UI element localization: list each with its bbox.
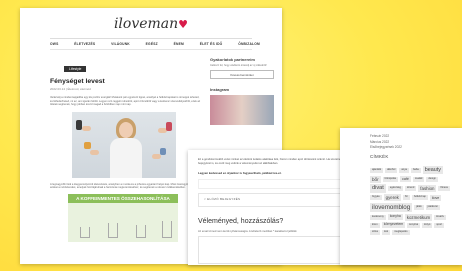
infographic: A KOFFEINMENTES ÖSSZEHASONLÍTÁSA — [68, 193, 178, 242]
site-logo[interactable]: iloveman♥ — [20, 16, 282, 32]
tag-link[interactable]: kuk — [382, 229, 391, 235]
tag-link[interactable]: bőr — [370, 175, 381, 183]
article-paragraph: A legnagyobb titok a kiegyensúlyozott él… — [50, 182, 195, 190]
sidebar-text: Iratkozz fel, hogy elsőként értesülj az … — [210, 64, 267, 67]
nav-item[interactable]: ÖNBIZALOM — [238, 42, 260, 46]
article-photo — [72, 111, 176, 178]
glass-icon — [108, 222, 118, 238]
logo-text: iloveman — [113, 16, 179, 32]
heart-icon: ♥ — [178, 18, 189, 31]
article-title: Fénységet levest — [50, 78, 105, 85]
photo-hand — [152, 153, 161, 159]
tag-link[interactable]: kütyü — [422, 222, 433, 228]
photo-item — [160, 147, 166, 155]
glass-icon — [80, 226, 90, 238]
sidebar-heading: Instagram — [210, 87, 230, 93]
nav-item[interactable]: OWS — [50, 42, 58, 46]
comment-note: Az email címed nem kerül nyilvánosságra.… — [198, 230, 297, 233]
tag-link[interactable]: krém — [370, 222, 380, 228]
tag-link[interactable]: kozmetikum — [404, 213, 433, 221]
tag-link[interactable]: kreatív — [434, 214, 446, 220]
tag-link[interactable]: család — [412, 176, 425, 182]
photo-item — [166, 121, 172, 131]
tag-link[interactable]: divat — [370, 184, 386, 193]
article-meta: 2022.03.14 | Életmód, életmód — [50, 87, 91, 91]
tag-link[interactable]: étrend — [404, 186, 417, 192]
glass-icon — [136, 224, 146, 238]
tag-link[interactable]: egészség — [387, 186, 403, 192]
tag-link[interactable]: meglepetés — [392, 229, 410, 235]
archive-list: Február 2022 Március 2022 Elsőbejegyzése… — [370, 134, 402, 151]
tag-link[interactable]: stílus — [370, 229, 381, 235]
photo-hand — [90, 149, 99, 155]
tag-link[interactable]: beauty — [422, 166, 443, 175]
tag-link[interactable]: gyerek — [383, 194, 401, 202]
tag-link[interactable]: fashion — [418, 185, 437, 193]
archive-link[interactable]: Elsőbejegyzések 2022 — [370, 145, 402, 151]
tags-screenshot: Február 2022 Március 2022 Elsőbejegyzése… — [340, 128, 462, 265]
divider — [50, 49, 252, 50]
article: Lifestyle Fénységet levest 2022.03.14 | … — [50, 57, 202, 242]
main-nav: OWS ÉLETVEZÉS VILÁGUNK EGÉSZ ÉNEM ÉLET É… — [50, 42, 260, 46]
nav-item[interactable]: ÉNEM — [174, 42, 184, 46]
tag-link[interactable]: sport — [434, 222, 445, 228]
photo-item — [76, 119, 82, 130]
previous-post-link[interactable]: < ELŐZŐ BEJEGYZÉS — [204, 197, 240, 201]
photo-hand — [82, 125, 91, 131]
tag-link[interactable]: café — [400, 176, 411, 183]
tags-heading: CÍMKÉK — [370, 154, 389, 159]
tag-link[interactable]: design — [426, 176, 438, 182]
tag-link[interactable]: fogyás — [370, 195, 382, 201]
category-badge[interactable]: Lifestyle — [64, 66, 87, 72]
infographic-title: A KOFFEINMENTES ÖSSZEHASONLÍTÁSA — [68, 193, 178, 203]
tag-link[interactable]: ajándék — [370, 167, 384, 173]
tag-link[interactable]: ilovemomblog — [370, 202, 413, 213]
sidebar-heading: Gyakorlatok partnereim — [210, 57, 255, 62]
glass-icon — [162, 220, 172, 238]
tag-link[interactable]: ilove — [429, 194, 442, 201]
photo-item — [84, 141, 91, 149]
tag-link[interactable]: bőrápolás — [382, 176, 399, 182]
tag-link[interactable]: hétköznap — [411, 195, 428, 201]
divider — [50, 38, 252, 39]
tag-link[interactable]: hír — [402, 195, 410, 201]
sidebar: Gyakorlatok partnereim Iratkozz fel, hog… — [210, 57, 274, 126]
follow-button[interactable]: Kövess bennünket — [210, 70, 274, 80]
photo-body — [110, 137, 142, 178]
tag-link[interactable]: fitness — [438, 186, 450, 192]
comment-title: Véleményed, hozzászólás? — [198, 218, 284, 225]
tag-link[interactable]: konyhai — [407, 222, 421, 228]
nav-item[interactable]: VILÁGUNK — [111, 42, 130, 46]
tag-link[interactable]: alkohol — [385, 167, 398, 173]
nav-item[interactable]: EGÉSZ — [146, 42, 158, 46]
instagram-thumbnail[interactable] — [210, 95, 274, 126]
tag-link[interactable]: játék — [414, 205, 424, 211]
tag-link[interactable]: baba — [410, 167, 421, 173]
tag-link[interactable]: karácsony — [370, 214, 386, 220]
tag-cloud: ajándék alkohol anya baba beauty bőr bőrápolás… — [370, 166, 454, 235]
tag-link[interactable]: játékszer — [425, 205, 441, 211]
nav-item[interactable]: ÉLET ÉS IDŐ — [200, 42, 223, 46]
photo-face — [119, 121, 133, 138]
nav-item[interactable]: ÉLETVEZÉS — [74, 42, 95, 46]
tag-link[interactable]: anya — [399, 167, 409, 173]
tag-link[interactable]: környezetem — [381, 222, 406, 229]
tag-link[interactable]: konyha — [387, 214, 403, 221]
article-paragraph: Varázsolj a mindennapjaidba egy kis pozi… — [50, 96, 201, 107]
